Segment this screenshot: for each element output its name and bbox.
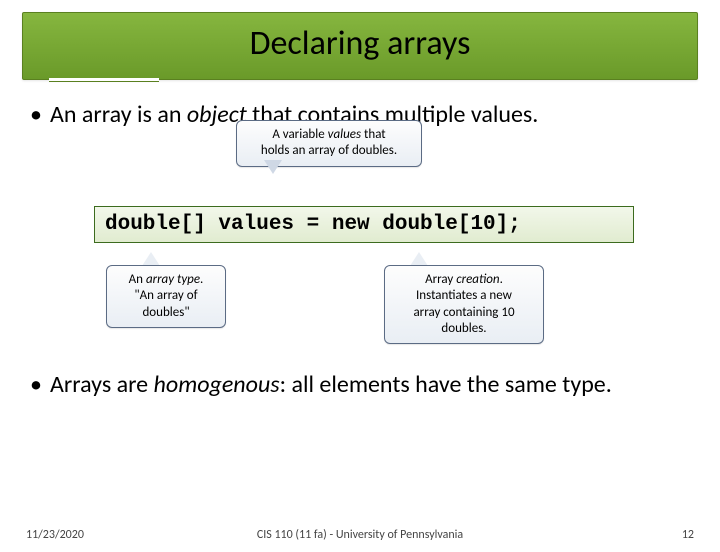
callout-creation-line1-pre: Array xyxy=(425,272,456,287)
callout-creation-line4: doubles. xyxy=(441,321,486,336)
callout-variable-line1-pre: A variable xyxy=(272,127,327,142)
bullet-1-pre: An array is an xyxy=(50,100,187,129)
callout-creation-line3: array containing 10 xyxy=(413,305,514,320)
title-underline xyxy=(49,78,159,82)
bullet-2-em: homogenous xyxy=(154,370,280,399)
callout-type-line1-post: . xyxy=(200,272,203,287)
callout-array-creation: Array creation. Instantiates a new array… xyxy=(384,265,544,344)
callout-creation-line1-em: creation xyxy=(456,272,499,287)
title-bar: Declaring arrays xyxy=(22,12,698,80)
callout-creation-line2: Instantiates a new xyxy=(416,288,512,303)
code-box: double[] values = new double[10]; xyxy=(94,206,634,243)
callout-creation-pointer xyxy=(410,252,428,266)
bullet-2: Arrays are homogenous: all elements have… xyxy=(28,370,692,400)
callout-type-pointer xyxy=(142,252,160,266)
bullet-2-post: : all elements have the same type. xyxy=(280,370,612,399)
slide-title: Declaring arrays xyxy=(23,23,697,64)
callout-variable-line1-em: values xyxy=(328,127,361,142)
callout-type-line1-em: array type xyxy=(146,272,200,287)
callout-type-line2: "An array of xyxy=(134,288,197,303)
code-diagram: A variable values that holds an array of… xyxy=(28,140,692,370)
slide-content: An array is an object that contains mult… xyxy=(0,80,720,400)
code-text: double[] values = new double[10]; xyxy=(105,213,521,236)
bullet-2-pre: Arrays are xyxy=(50,370,154,399)
callout-creation-line1-post: . xyxy=(500,272,503,287)
callout-type-line1-pre: An xyxy=(129,272,146,287)
callout-variable-pointer xyxy=(264,160,282,174)
callout-type-line3: doubles" xyxy=(142,305,189,320)
callout-variable-line2: holds an array of doubles. xyxy=(261,143,397,158)
callout-array-type: An array type. "An array of doubles" xyxy=(106,265,226,328)
callout-variable-line1-post: that xyxy=(361,127,386,142)
